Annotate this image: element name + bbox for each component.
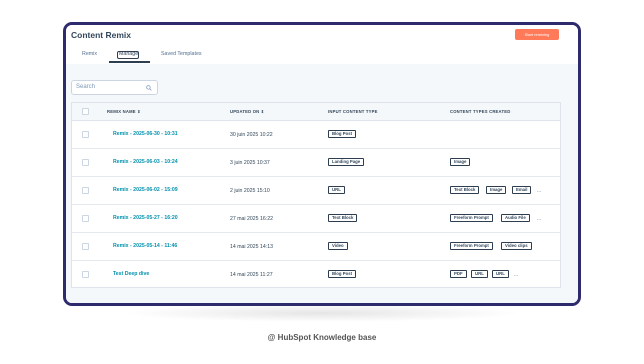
more-types-indicator[interactable]: ... <box>537 188 541 194</box>
created-type-tag: URL <box>492 270 509 278</box>
input-type-tag: Blog Post <box>328 130 357 138</box>
select-all-checkbox[interactable] <box>82 108 89 115</box>
updated-date: 14 mai 2025 11:27 <box>230 272 273 278</box>
remix-name-link[interactable]: Test Deep dive <box>113 271 149 277</box>
updated-date: 3 juin 2025 10:37 <box>230 160 270 166</box>
created-type-tag: Image <box>486 186 507 194</box>
column-header-types-created: CONTENT TYPES CREATED <box>450 109 511 114</box>
page-title: Content Remix <box>71 30 131 40</box>
sort-icon: ⇕ <box>137 109 141 114</box>
active-tab-indicator <box>109 61 150 63</box>
input-type-tag: Landing Page <box>328 158 365 166</box>
created-type-tag: Email <box>512 186 532 194</box>
column-label: UPDATED ON <box>230 109 260 114</box>
remix-name-link[interactable]: Remix - 2025-05-14 - 11:46 <box>113 243 177 249</box>
column-label: REMIX NAME <box>107 109 136 114</box>
created-type-tag: URL <box>471 270 488 278</box>
created-type-tag: Video clips <box>501 242 532 250</box>
column-header-remix-name[interactable]: REMIX NAME ⇕ <box>107 109 141 114</box>
created-type-tag: Freeform Prompt <box>450 242 493 250</box>
sort-icon: ⇕ <box>260 109 265 114</box>
remix-name-link[interactable]: Remix - 2025-05-27 - 16:20 <box>113 215 178 221</box>
table-row[interactable]: Remix - 2025-05-27 - 16:20 27 mai 2025 1… <box>72 205 560 233</box>
row-checkbox[interactable] <box>82 187 89 194</box>
row-checkbox[interactable] <box>82 159 89 166</box>
updated-date: 30 juin 2025 10:22 <box>230 132 273 138</box>
row-checkbox[interactable] <box>82 271 89 278</box>
start-remixing-button[interactable]: Start remixing <box>515 29 559 40</box>
table-row[interactable]: Remix - 2025-06-30 - 10:31 30 juin 2025 … <box>72 121 560 149</box>
table-row[interactable]: Remix - 2025-06-02 - 15:09 2 juin 2025 1… <box>72 177 560 205</box>
updated-date: 2 juin 2025 15:10 <box>230 188 270 194</box>
remix-table: REMIX NAME ⇕ UPDATED ON ⇕ INPUT CONTENT … <box>71 102 561 288</box>
created-type-tag: Text Block <box>450 186 480 194</box>
search-icon <box>146 85 152 91</box>
created-type-tag: Audio File <box>501 214 530 222</box>
column-header-updated-on[interactable]: UPDATED ON ⇕ <box>230 109 264 114</box>
input-type-tag: Text Block <box>328 214 358 222</box>
more-types-indicator[interactable]: ... <box>537 216 541 222</box>
tab-bar: Remix Manage Saved Templates <box>66 49 578 63</box>
column-header-input-type: INPUT CONTENT TYPE <box>328 109 378 114</box>
search-input[interactable]: Search <box>71 80 158 95</box>
row-checkbox[interactable] <box>82 131 89 138</box>
created-type-tag: Freeform Prompt <box>450 214 493 222</box>
row-checkbox[interactable] <box>82 243 89 250</box>
input-type-tag: Video <box>328 242 348 250</box>
updated-date: 27 mai 2025 16:22 <box>230 216 273 222</box>
tab-remix[interactable]: Remix <box>82 51 97 57</box>
app-window: Content Remix Start remixing Remix Manag… <box>63 22 581 306</box>
remix-name-link[interactable]: Remix - 2025-06-03 - 10:24 <box>113 159 178 165</box>
table-header: REMIX NAME ⇕ UPDATED ON ⇕ INPUT CONTENT … <box>72 103 560 121</box>
app-header: Content Remix Start remixing Remix Manag… <box>66 25 578 65</box>
input-type-tag: Blog Post <box>328 270 357 278</box>
table-row[interactable]: Test Deep dive 14 mai 2025 11:27 Blog Po… <box>72 261 560 289</box>
footer-credit: @ HubSpot Knowledge base <box>267 333 377 342</box>
row-checkbox[interactable] <box>82 215 89 222</box>
remix-name-link[interactable]: Remix - 2025-06-02 - 15:09 <box>113 187 178 193</box>
more-types-indicator[interactable]: ... <box>514 272 518 278</box>
frame-shadow <box>120 304 524 322</box>
table-row[interactable]: Remix - 2025-06-03 - 10:24 3 juin 2025 1… <box>72 149 560 177</box>
updated-date: 14 mai 2025 14:13 <box>230 244 273 250</box>
table-row[interactable]: Remix - 2025-05-14 - 11:46 14 mai 2025 1… <box>72 233 560 261</box>
remix-name-link[interactable]: Remix - 2025-06-30 - 10:31 <box>113 131 178 137</box>
created-type-tag: Image <box>450 158 471 166</box>
created-type-tag: PDF <box>450 270 467 278</box>
tab-saved-templates[interactable]: Saved Templates <box>161 51 202 57</box>
main-content: Search REMIX NAME ⇕ UPDATED ON ⇕ INPUT C… <box>66 64 578 303</box>
input-type-tag: URL <box>328 186 345 194</box>
search-placeholder: Search <box>76 84 96 90</box>
tab-manage[interactable]: Manage <box>119 51 138 57</box>
